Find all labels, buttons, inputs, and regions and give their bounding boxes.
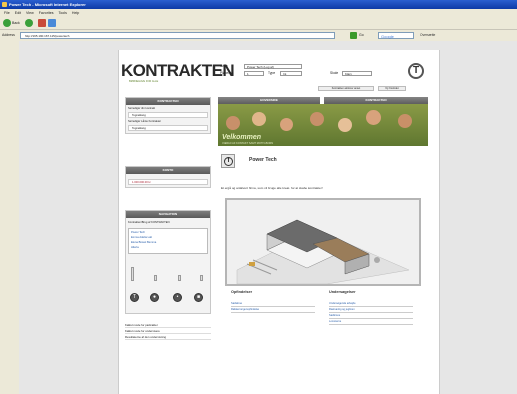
ny-kontrakt-button[interactable]: Ny Kontrakt [378,86,406,91]
skole-label: Skole [330,71,339,75]
undersogelser-item[interactable]: Sødkrone [329,314,413,319]
person-image [398,114,412,128]
control-robot-icon[interactable]: ● [150,293,159,302]
address-label: Address [2,33,15,37]
panel1-row1-label: Se/redigér din kontrakt [128,107,156,110]
company-list: Power Tech Emma Adelia Lab Elena Bravel … [128,228,208,254]
translate-link[interactable]: Oversætte [420,33,435,37]
link-kalkul-parkrakter[interactable]: Kalkul.mode for parkrakter [125,323,211,328]
opfindelser-item[interactable]: Røkkerne/genopfindelse [231,308,315,313]
undersogelser-item[interactable]: Lomsterne [329,320,413,325]
undersogelser-heading: Undersøgelser [329,290,356,294]
person-image [226,116,240,130]
person-image [310,112,324,126]
panel1-item2[interactable]: Tegneklang [128,125,208,131]
person-image [338,118,352,132]
name-input[interactable]: Power Tech (Log af) [244,64,302,69]
go-button[interactable]: Go [359,33,364,37]
stop-button[interactable] [38,19,46,27]
undersogelser-item[interactable]: Rækvantig og jeglinen [329,308,413,313]
panel3-sub-label: Kontrakten/Brug af KONTRAKTEN [128,221,170,224]
site-logo[interactable]: KONTRAKTEN BØRNEHAVE FOR ALLE [121,60,235,84]
panel-kontrakten: KONTRAKTEN Se/redigér din kontrakt Tegne… [125,97,211,134]
menu-help[interactable]: Help [72,11,79,15]
slider-1[interactable] [131,267,134,281]
person-image [280,118,293,131]
menu-edit[interactable]: Edit [15,11,21,15]
panel1-row2-label: Se/redigér Lånte Kontrakter [128,120,162,123]
menu-tools[interactable]: Tools [59,11,67,15]
slider-4[interactable] [200,275,203,281]
list-item[interactable]: Elena Bravel Bemma [131,241,156,245]
slider-2[interactable] [154,275,157,281]
back-button[interactable] [3,19,11,27]
back-label: Back [12,21,20,25]
list-item[interactable]: Emma Adelia Lab [131,236,152,240]
tab-hovedside[interactable]: HOVEDSIDE [218,97,320,104]
person-image [366,110,381,125]
type-label: Type [268,71,276,75]
person-image [252,112,266,126]
panel-navigation-heading: NAVIGATION [126,211,210,218]
ie-logo-icon [2,2,7,7]
refresh-button[interactable] [48,19,56,27]
address-input[interactable]: http://195.190.167.115/powertech [20,32,335,39]
profile-description: Et ergå og antälvert firma, som vil brug… [221,186,323,190]
opfindelser-item[interactable]: Sødskrue [231,302,315,307]
browser-side-gutter [0,41,20,394]
welcome-banner: Velkommen VÆRLD AF KONTAKT SAMT MOTIV-BO… [218,104,428,146]
slider-3[interactable] [178,275,181,281]
forward-button[interactable] [25,19,33,27]
bottom-columns: Opfindelser Sødskrue Røkkerne/genopfinde… [225,288,421,340]
control-t-icon[interactable]: T [130,293,139,302]
panel1-item1[interactable]: Tegneklang [128,112,208,118]
building-illustration [225,198,421,286]
menu-view[interactable]: View [26,11,34,15]
browser-title: Power Tech - Microsoft Internet Explorer [9,2,86,7]
logo-text: KONTRAKTEN [121,61,235,80]
skole-input[interactable]: Klarv [342,71,372,76]
browser-titlebar: Power Tech - Microsoft Internet Explorer [0,0,517,9]
link-kalkul-undervisere[interactable]: Kalkul.mode for undervisere [125,329,211,334]
list-item[interactable]: Hilerta [131,246,139,250]
placering-label: Placering [220,71,234,75]
kontrakten-advisrer-button[interactable]: Kontrakten advisrer anset [318,86,374,91]
top-buttons: Kontrakten advisrer anset Ny Kontrakt [318,86,428,91]
panel-navigation: NAVIGATION Kontrakten/Brug af KONTRAKTEN… [125,210,211,314]
go-arrow-icon[interactable] [350,32,357,39]
undersogelser-item[interactable]: Undersøgende arbejde [329,302,413,307]
opfindelser-heading: Opfindelser [231,290,253,294]
power-tech-t-icon: T [224,157,233,166]
konto-balance: 1.000.000.00 kr [128,179,208,185]
login-form: Navn Power Tech (Log af) Placering 1 Typ… [220,63,405,83]
isometric-building-image [236,219,410,284]
panel-kontrakten-heading: KONTRAKTEN [126,98,210,105]
logo-tagline: BØRNEHAVE FOR ALLE [129,80,159,83]
power-tech-logo-icon: T [408,63,424,79]
main-tabs: HOVEDSIDE KONTRAKTEN [218,97,428,104]
control-square-icon[interactable]: ■ [194,293,203,302]
link-resultaterne[interactable]: Resultaterne af den undervisning [125,335,211,340]
browser-menubar: File Edit View Favorites Tools Help [0,9,517,17]
profile-logo: T [221,154,235,168]
tab-kontrakten[interactable]: KONTRAKTEN [324,97,428,104]
banner-caption: Velkommen [222,134,262,141]
menu-favorites[interactable]: Favorites [39,11,54,15]
control-dot-icon[interactable]: • [173,293,182,302]
menu-file[interactable]: File [4,11,10,15]
placering-input[interactable]: 1 [244,71,264,76]
google-search-input[interactable]: Google [378,32,414,39]
panel-konto: KONTO 1.000.000.00 kr [125,166,211,188]
profile-title: Power Tech [249,157,277,163]
name-label: Navn [220,64,228,68]
list-item[interactable]: Power Tech [131,231,145,235]
type-input[interactable]: Int [280,71,302,76]
browser-navbar: Back [0,17,517,30]
panel-konto-heading: KONTO [126,167,210,174]
banner-subtitle: VÆRLD AF KONTAKT SAMT MOTIV-BORN [222,142,274,145]
